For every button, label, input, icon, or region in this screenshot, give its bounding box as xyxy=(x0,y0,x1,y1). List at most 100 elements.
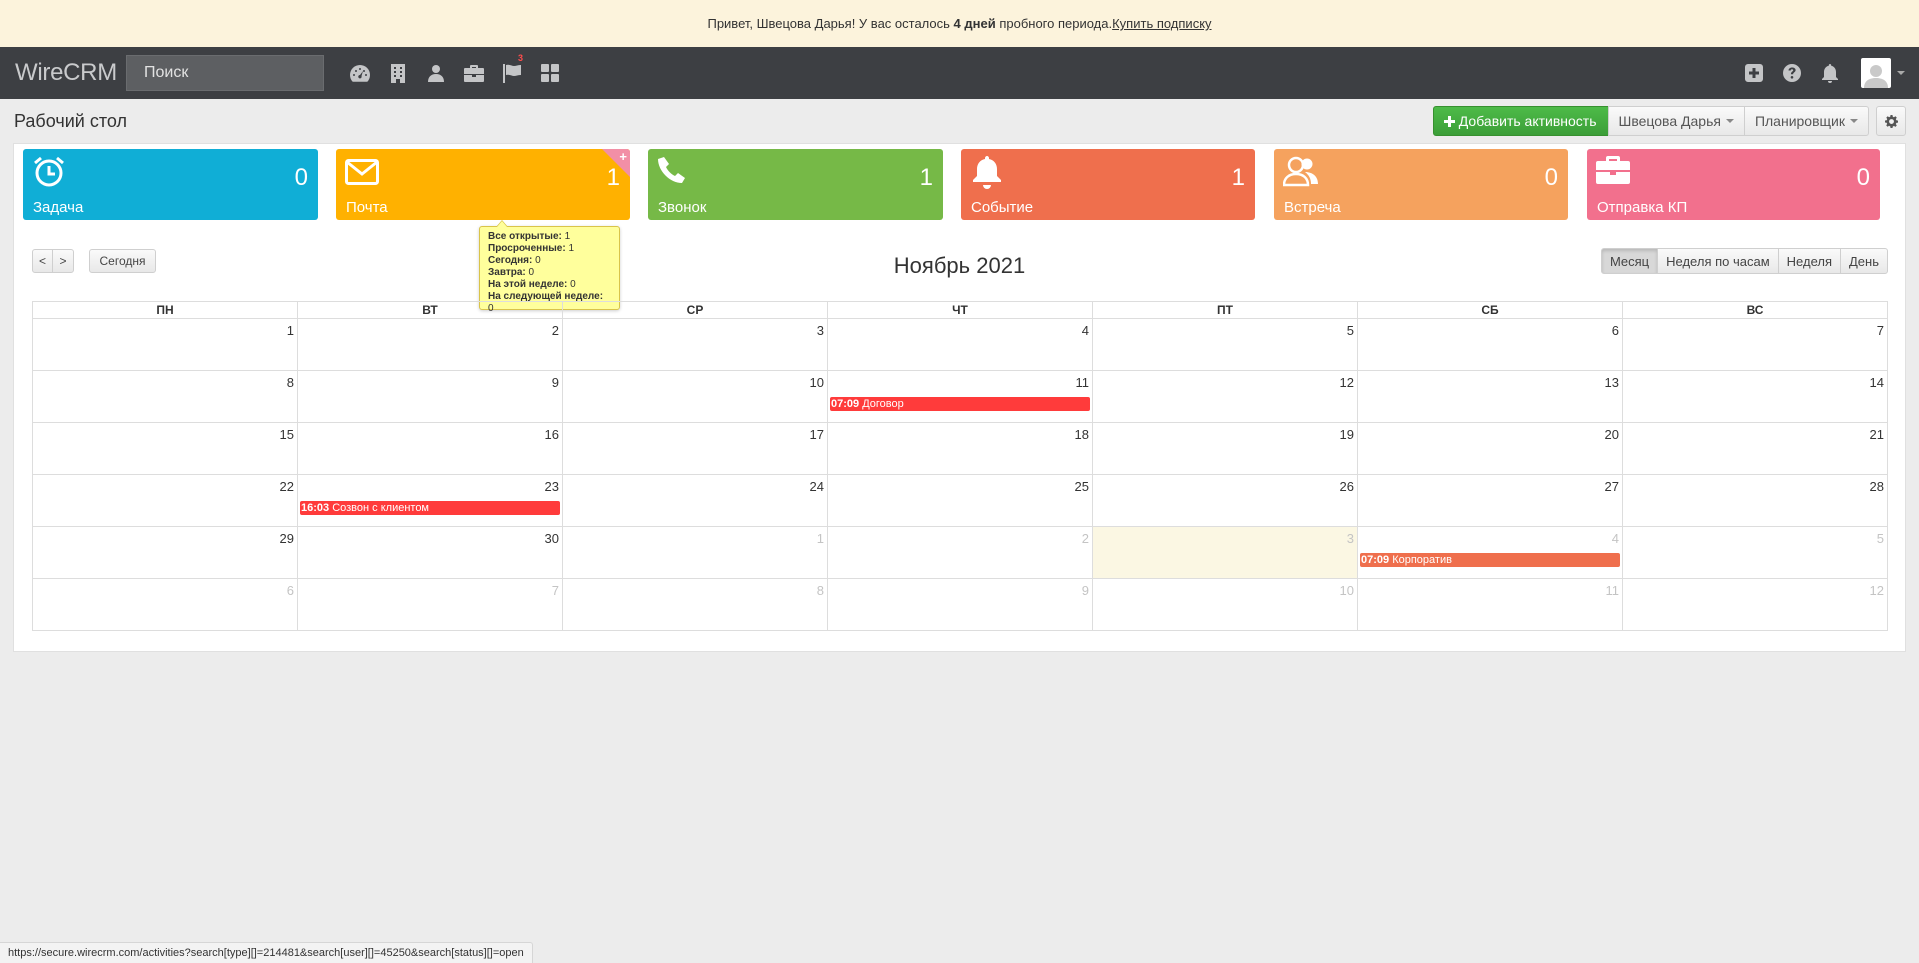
day-number[interactable]: 27 xyxy=(1605,479,1619,494)
day-number[interactable]: 6 xyxy=(287,583,294,598)
settings-button[interactable] xyxy=(1876,106,1906,136)
next-month-button[interactable]: > xyxy=(52,249,74,273)
buy-subscription-link[interactable]: Купить подписку xyxy=(1112,16,1211,31)
search-input[interactable] xyxy=(126,55,324,91)
calendar-day-cell[interactable]: 4 xyxy=(827,319,1092,370)
day-number[interactable]: 9 xyxy=(552,375,559,390)
day-number[interactable]: 19 xyxy=(1340,427,1354,442)
day-number[interactable]: 12 xyxy=(1870,583,1884,598)
calendar-day-cell[interactable]: 11 07:09 Договор xyxy=(827,371,1092,422)
day-number[interactable]: 5 xyxy=(1347,323,1354,338)
day-number[interactable]: 24 xyxy=(810,479,824,494)
tile-event[interactable]: 1 Событие xyxy=(961,149,1255,220)
tile-mail[interactable]: + 1 Почта xyxy=(336,149,630,220)
day-number[interactable]: 20 xyxy=(1605,427,1619,442)
tile-task[interactable]: 0 Задача xyxy=(23,149,318,220)
day-number[interactable]: 25 xyxy=(1075,479,1089,494)
tile-meeting[interactable]: 0 Встреча xyxy=(1274,149,1568,220)
view-button[interactable]: Неделя xyxy=(1777,248,1841,274)
calendar-day-cell[interactable]: 24 xyxy=(562,475,827,526)
calendar-event[interactable]: 07:09 Договор xyxy=(830,397,1090,411)
calendar-day-cell[interactable]: 14 xyxy=(1622,371,1887,422)
calendar-day-cell[interactable]: 19 xyxy=(1092,423,1357,474)
day-number[interactable]: 15 xyxy=(280,427,294,442)
calendar-day-cell[interactable]: 22 xyxy=(33,475,297,526)
calendar-day-cell[interactable]: 3 xyxy=(1092,527,1357,578)
day-number[interactable]: 13 xyxy=(1605,375,1619,390)
calendar-day-cell[interactable]: 12 xyxy=(1622,579,1887,630)
user-avatar[interactable] xyxy=(1861,58,1891,88)
day-number[interactable]: 18 xyxy=(1075,427,1089,442)
dashboard-icon[interactable] xyxy=(341,47,379,99)
day-number[interactable]: 11 xyxy=(1076,375,1090,390)
help-icon[interactable] xyxy=(1773,47,1811,99)
day-number[interactable]: 12 xyxy=(1340,375,1354,390)
flag-icon[interactable]: 3 xyxy=(493,47,531,99)
calendar-event[interactable]: 07:09 Корпоратив xyxy=(1360,553,1620,567)
calendar-day-cell[interactable]: 4 07:09 Корпоратив xyxy=(1357,527,1622,578)
day-number[interactable]: 5 xyxy=(1877,531,1884,546)
day-number[interactable]: 28 xyxy=(1870,479,1884,494)
user-icon[interactable] xyxy=(417,47,455,99)
calendar-day-cell[interactable]: 21 xyxy=(1622,423,1887,474)
tile-proposal[interactable]: 0 Отправка КП xyxy=(1587,149,1880,220)
calendar-day-cell[interactable]: 6 xyxy=(1357,319,1622,370)
calendar-day-cell[interactable]: 9 xyxy=(827,579,1092,630)
calendar-day-cell[interactable]: 18 xyxy=(827,423,1092,474)
calendar-day-cell[interactable]: 5 xyxy=(1092,319,1357,370)
calendar-day-cell[interactable]: 8 xyxy=(562,579,827,630)
calendar-day-cell[interactable]: 29 xyxy=(33,527,297,578)
calendar-day-cell[interactable]: 5 xyxy=(1622,527,1887,578)
calendar-day-cell[interactable]: 1 xyxy=(33,319,297,370)
day-number[interactable]: 10 xyxy=(1340,583,1354,598)
view-button[interactable]: День xyxy=(1840,248,1888,274)
day-number[interactable]: 8 xyxy=(287,375,294,390)
calendar-day-cell[interactable]: 12 xyxy=(1092,371,1357,422)
day-number[interactable]: 3 xyxy=(817,323,824,338)
calendar-day-cell[interactable]: 10 xyxy=(562,371,827,422)
day-number[interactable]: 2 xyxy=(552,323,559,338)
day-number[interactable]: 8 xyxy=(817,583,824,598)
day-number[interactable]: 11 xyxy=(1606,583,1620,598)
user-menu-caret-icon[interactable] xyxy=(1897,71,1905,75)
day-number[interactable]: 9 xyxy=(1082,583,1089,598)
day-number[interactable]: 3 xyxy=(1347,531,1354,546)
calendar-event[interactable]: 16:03 Созвон с клиентом xyxy=(300,501,560,515)
calendar-day-cell[interactable]: 10 xyxy=(1092,579,1357,630)
day-number[interactable]: 29 xyxy=(280,531,294,546)
view-button[interactable]: Месяц xyxy=(1600,248,1659,274)
day-number[interactable]: 6 xyxy=(1612,323,1619,338)
day-number[interactable]: 10 xyxy=(810,375,824,390)
day-number[interactable]: 1 xyxy=(817,531,824,546)
day-number[interactable]: 23 xyxy=(545,479,559,494)
calendar-day-cell[interactable]: 2 xyxy=(827,527,1092,578)
building-icon[interactable] xyxy=(379,47,417,99)
day-number[interactable]: 14 xyxy=(1870,375,1884,390)
day-number[interactable]: 7 xyxy=(552,583,559,598)
notifications-bell-icon[interactable] xyxy=(1811,47,1849,99)
day-number[interactable]: 1 xyxy=(287,323,294,338)
calendar-day-cell[interactable]: 1 xyxy=(562,527,827,578)
calendar-day-cell[interactable]: 6 xyxy=(33,579,297,630)
briefcase-nav-icon[interactable] xyxy=(455,47,493,99)
calendar-day-cell[interactable]: 30 xyxy=(297,527,562,578)
add-activity-button[interactable]: Добавить активность xyxy=(1432,106,1609,136)
day-number[interactable]: 2 xyxy=(1082,531,1089,546)
day-number[interactable]: 7 xyxy=(1877,323,1884,338)
calendar-day-cell[interactable]: 15 xyxy=(33,423,297,474)
calendar-day-cell[interactable]: 17 xyxy=(562,423,827,474)
day-number[interactable]: 4 xyxy=(1082,323,1089,338)
apps-grid-icon[interactable] xyxy=(531,47,569,99)
calendar-day-cell[interactable]: 7 xyxy=(1622,319,1887,370)
day-number[interactable]: 17 xyxy=(810,427,824,442)
planner-dropdown[interactable]: Планировщик xyxy=(1743,106,1869,136)
day-number[interactable]: 21 xyxy=(1870,427,1884,442)
day-number[interactable]: 30 xyxy=(545,531,559,546)
calendar-day-cell[interactable]: 11 xyxy=(1357,579,1622,630)
brand-logo[interactable]: WireCRM xyxy=(15,59,126,87)
calendar-day-cell[interactable]: 23 16:03 Созвон с клиентом xyxy=(297,475,562,526)
calendar-day-cell[interactable]: 25 xyxy=(827,475,1092,526)
quick-add-plus-icon[interactable]: + xyxy=(619,149,627,164)
calendar-day-cell[interactable]: 20 xyxy=(1357,423,1622,474)
calendar-day-cell[interactable]: 2 xyxy=(297,319,562,370)
